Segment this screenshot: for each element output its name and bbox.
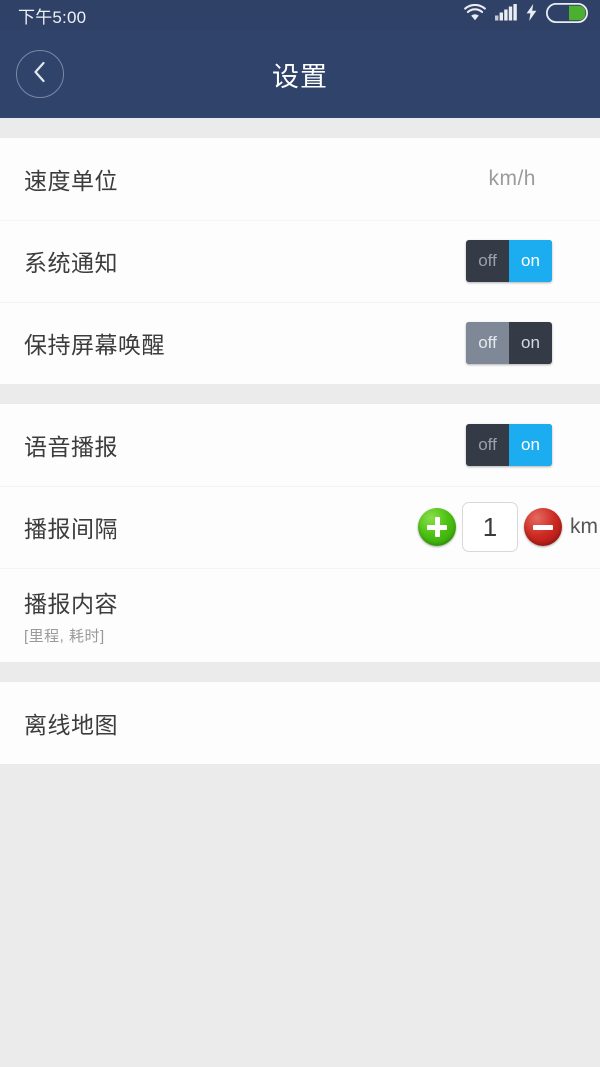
minus-horizontal-bar xyxy=(533,524,553,530)
keep-screen-awake-toggle[interactable]: off on xyxy=(466,322,552,364)
toggle-on-label[interactable]: on xyxy=(509,424,552,466)
system-notification-toggle[interactable]: off on xyxy=(466,240,552,282)
toggle-off-label[interactable]: off xyxy=(466,240,509,282)
settings-row-broadcast-content[interactable]: 播报内容 [里程, 耗时] xyxy=(0,568,600,662)
section-gap-top xyxy=(0,118,600,138)
settings-row-voice-broadcast[interactable]: 语音播报 off on xyxy=(0,404,600,486)
row-label-wrap: 播报间隔 xyxy=(24,510,118,544)
voice-broadcast-toggle[interactable]: off on xyxy=(466,424,552,466)
row-label-wrap: 播报内容 [里程, 耗时] xyxy=(24,585,118,646)
toggle-on-label[interactable]: on xyxy=(509,240,552,282)
settings-row-label: 语音播报 xyxy=(24,434,118,460)
plus-circle-icon[interactable] xyxy=(418,508,456,546)
settings-screen: 下午5:00 设置 速度单位 km/h 系统通知 off on 保持屏幕唤醒 o… xyxy=(0,0,600,1067)
row-label-wrap: 速度单位 xyxy=(24,162,118,196)
row-label-wrap: 保持屏幕唤醒 xyxy=(24,326,165,360)
row-control-area: off on xyxy=(466,322,576,364)
section-gap-map xyxy=(0,662,600,682)
settings-row-label: 系统通知 xyxy=(24,250,118,276)
settings-row-system-notification[interactable]: 系统通知 off on xyxy=(0,220,600,302)
wifi-icon xyxy=(464,3,486,26)
settings-row-label: 离线地图 xyxy=(24,712,118,738)
settings-row-label: 播报内容 xyxy=(24,590,118,617)
status-bar-clock: 下午5:00 xyxy=(18,7,87,27)
settings-row-label: 播报间隔 xyxy=(24,516,118,542)
row-control-area: 1 km xyxy=(418,502,598,552)
settings-row-offline-map[interactable]: 离线地图 xyxy=(0,682,600,764)
row-label-wrap: 离线地图 xyxy=(24,706,118,740)
broadcast-content-summary: [里程, 耗时] xyxy=(24,627,105,645)
settings-section-voice: 语音播报 off on 播报间隔 1 km 播报内容 [里程, 耗时] xyxy=(0,404,600,662)
settings-section-map: 离线地图 xyxy=(0,682,600,764)
broadcast-interval-input[interactable]: 1 xyxy=(462,502,518,552)
row-control-area: off on xyxy=(466,240,576,282)
settings-section-general: 速度单位 km/h 系统通知 off on 保持屏幕唤醒 off on xyxy=(0,138,600,384)
charging-bolt-icon xyxy=(526,4,537,26)
settings-row-broadcast-interval[interactable]: 播报间隔 1 km xyxy=(0,486,600,568)
speed-unit-value: km/h xyxy=(488,167,536,190)
toggle-off-label[interactable]: off xyxy=(466,322,509,364)
cellular-signal-icon xyxy=(495,4,517,26)
status-bar-icons xyxy=(464,2,589,28)
toggle-off-label[interactable]: off xyxy=(466,424,509,466)
chevron-left-icon xyxy=(30,60,50,89)
plus-vertical-bar xyxy=(434,517,440,537)
status-bar: 下午5:00 xyxy=(0,0,600,30)
back-button[interactable] xyxy=(16,50,64,98)
section-gap-voice xyxy=(0,384,600,404)
settings-row-speed-unit[interactable]: 速度单位 km/h xyxy=(0,138,600,220)
row-control-area: km/h xyxy=(488,167,576,191)
broadcast-interval-stepper: 1 km xyxy=(418,502,598,552)
settings-row-keep-screen-awake[interactable]: 保持屏幕唤醒 off on xyxy=(0,302,600,384)
settings-content: 速度单位 km/h 系统通知 off on 保持屏幕唤醒 off on 语音播报… xyxy=(0,118,600,1067)
broadcast-interval-unit: km xyxy=(570,515,598,538)
battery-icon xyxy=(545,2,589,28)
row-control-area: off on xyxy=(466,424,576,466)
plus-glyph xyxy=(427,517,447,537)
app-header: 设置 xyxy=(0,30,600,118)
row-label-wrap: 系统通知 xyxy=(24,244,118,278)
settings-row-label: 速度单位 xyxy=(24,168,118,194)
settings-row-label: 保持屏幕唤醒 xyxy=(24,332,165,358)
page-title: 设置 xyxy=(272,61,328,92)
toggle-on-label[interactable]: on xyxy=(509,322,552,364)
row-label-wrap: 语音播报 xyxy=(24,428,118,462)
minus-circle-icon[interactable] xyxy=(524,508,562,546)
empty-bottom-area xyxy=(0,764,600,1067)
